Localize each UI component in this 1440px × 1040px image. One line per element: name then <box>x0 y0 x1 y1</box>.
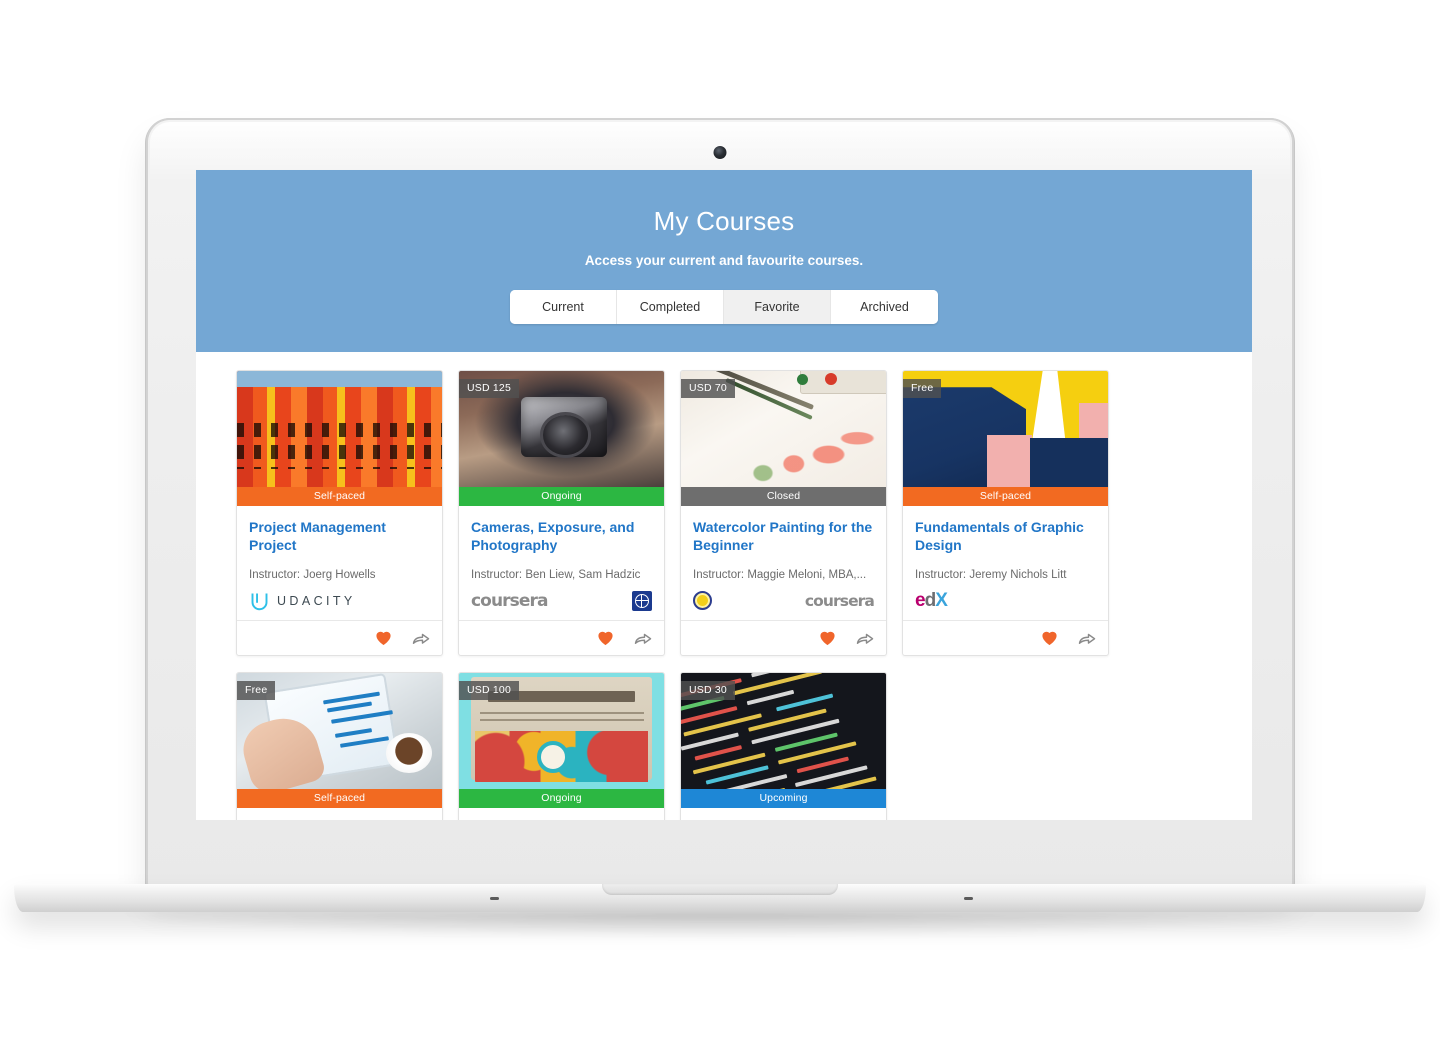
laptop-shadow <box>120 912 1320 938</box>
udacity-logo: UDACITY <box>249 590 356 611</box>
course-provider-row: UDACITY <box>249 590 430 612</box>
course-provider-row: edX <box>915 590 1096 612</box>
share-arrow-icon[interactable] <box>1078 630 1096 646</box>
course-thumbnail: USD 30 <box>681 672 886 789</box>
course-card[interactable]: Free Self-paced Fundamentals of Graphic … <box>902 370 1109 656</box>
course-status-badge: Ongoing <box>459 487 664 506</box>
course-price-badge: USD 30 <box>681 680 735 700</box>
course-thumbnail <box>237 371 442 487</box>
course-card-body: Graphic Design: Beginner's <box>237 808 442 820</box>
heart-icon[interactable] <box>375 630 392 646</box>
base-vent-right <box>964 897 973 900</box>
course-card-actions <box>459 619 664 655</box>
laptop-base <box>14 884 1426 912</box>
course-status-badge: Upcoming <box>681 788 886 808</box>
browser-viewport: My Courses Access your current and favou… <box>196 170 1252 820</box>
course-price-badge: USD 70 <box>681 379 735 398</box>
course-price-badge: Free <box>237 680 276 700</box>
course-thumbnail: USD 100 <box>459 672 664 789</box>
course-status-badge: Self-paced <box>237 487 442 506</box>
course-card-body: Watercolor Painting for the Beginner Ins… <box>681 506 886 620</box>
heart-icon[interactable] <box>1041 630 1058 646</box>
course-card-body: Quality standard for <box>459 808 664 820</box>
course-card[interactable]: Free Self-paced Graphic Design: Beginner… <box>236 671 443 820</box>
course-card-actions <box>681 619 886 655</box>
course-card-body: Python Projects <box>681 808 886 820</box>
course-thumbnail: Free <box>903 371 1108 487</box>
course-status-badge: Self-paced <box>237 788 442 808</box>
udacity-wordmark: UDACITY <box>277 593 356 608</box>
heart-icon[interactable] <box>597 630 614 646</box>
course-card-actions <box>903 619 1108 655</box>
course-status-badge: Closed <box>681 487 886 506</box>
tab-current[interactable]: Current <box>510 290 617 324</box>
gold-seal-icon <box>693 591 712 611</box>
course-instructor: Instructor: Ben Liew, Sam Hadzic <box>471 568 641 581</box>
course-card[interactable]: USD 100 Ongoing Quality standard for <box>458 671 665 820</box>
course-thumbnail: USD 70 <box>681 371 886 487</box>
tab-completed[interactable]: Completed <box>617 290 724 324</box>
tab-archived[interactable]: Archived <box>831 290 938 324</box>
edx-logo: edX <box>915 590 948 612</box>
tab-favorite[interactable]: Favorite <box>724 290 831 324</box>
share-arrow-icon[interactable] <box>634 630 652 646</box>
course-title-link[interactable]: Cameras, Exposure, and Photography <box>471 519 652 555</box>
course-instructor: Instructor: Maggie Meloni, MBA,... <box>693 568 867 581</box>
university-seal-icon <box>632 590 652 611</box>
course-grid-section: Self-paced Project Management Project In… <box>196 352 1252 820</box>
heart-icon[interactable] <box>819 630 836 646</box>
page-subtitle: Access your current and favourite course… <box>584 253 864 268</box>
course-title-link[interactable]: Project Management Project <box>249 519 430 555</box>
laptop-lid: My Courses Access your current and favou… <box>148 120 1292 888</box>
course-card-body: Project Management Project Instructor: J… <box>237 506 442 620</box>
laptop-mockup: My Courses Access your current and favou… <box>0 0 1440 1040</box>
course-card-body: Fundamentals of Graphic Design Instructo… <box>903 506 1108 620</box>
thumbnail-art-building <box>237 371 442 487</box>
course-status-badge: Self-paced <box>903 487 1108 506</box>
course-title-link[interactable]: Fundamentals of Graphic Design <box>915 519 1096 555</box>
share-arrow-icon[interactable] <box>412 630 430 646</box>
course-thumbnail: Free <box>237 672 442 789</box>
page-hero: My Courses Access your current and favou… <box>196 170 1252 352</box>
course-card[interactable]: Self-paced Project Management Project In… <box>236 370 443 656</box>
course-card-actions <box>237 619 442 655</box>
share-arrow-icon[interactable] <box>856 630 874 646</box>
thumbnail-detail <box>237 423 442 469</box>
webcam-icon <box>713 146 727 159</box>
course-provider-row: coursera <box>693 590 875 612</box>
course-filter-tabs: Current Completed Favorite Archived <box>510 290 938 324</box>
course-price-badge: USD 125 <box>459 379 520 398</box>
course-provider-row: coursera <box>471 590 652 612</box>
page-title: My Courses <box>653 206 795 236</box>
coursera-logo: coursera <box>471 590 548 611</box>
course-price-badge: Free <box>903 379 942 398</box>
coursera-logo: coursera <box>804 591 875 610</box>
course-card[interactable]: USD 30 Upcoming Python Projects <box>680 671 887 820</box>
course-card[interactable]: USD 70 Closed Watercolor Painting for th… <box>680 370 887 656</box>
base-vent-left <box>490 897 499 900</box>
course-instructor: Instructor: Jeremy Nichols Litt <box>915 568 1067 581</box>
course-card[interactable]: USD 125 Ongoing Cameras, Exposure, and P… <box>458 370 665 656</box>
course-card-body: Cameras, Exposure, and Photography Instr… <box>459 506 664 620</box>
course-status-badge: Ongoing <box>459 788 664 808</box>
course-thumbnail: USD 125 <box>459 371 664 487</box>
course-instructor: Instructor: Joerg Howells <box>249 568 376 581</box>
course-price-badge: USD 100 <box>459 680 520 700</box>
course-grid: Self-paced Project Management Project In… <box>236 370 1212 820</box>
course-title-link[interactable]: Watercolor Painting for the Beginner <box>693 519 874 555</box>
